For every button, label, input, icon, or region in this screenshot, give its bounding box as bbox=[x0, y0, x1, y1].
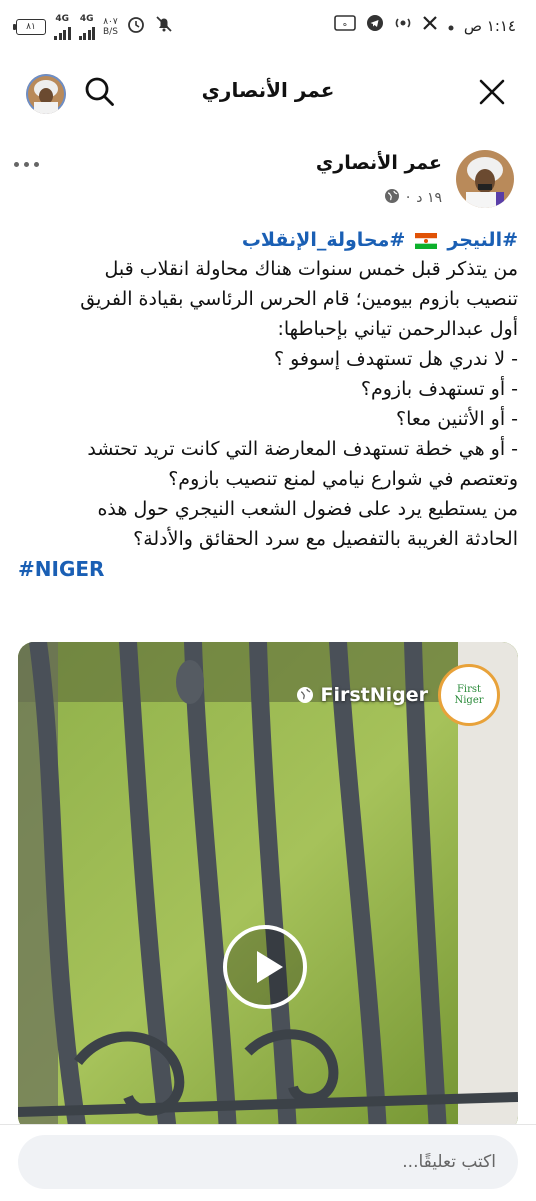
post-author-row: عمر الأنصاري ١٩ د · bbox=[0, 142, 536, 222]
hashtag-niger-ar[interactable]: #النيجر bbox=[447, 229, 518, 251]
hashtags-line: #النيجر #محاولة_الإنقلاب bbox=[18, 226, 518, 254]
firstniger-logo: First Niger bbox=[438, 664, 500, 726]
hashtag-coup-attempt[interactable]: #محاولة_الإنقلاب bbox=[242, 229, 405, 251]
profile-avatar-button[interactable] bbox=[26, 74, 66, 114]
avatar bbox=[456, 150, 514, 208]
app-badge-icon: ه bbox=[334, 15, 356, 37]
telegram-icon bbox=[366, 14, 384, 38]
post-meta: ١٩ د · bbox=[384, 188, 442, 208]
network-type-1: 4G bbox=[55, 13, 70, 24]
post-line: من يستطيع يرد على فضول الشعب النيجري حول… bbox=[97, 498, 518, 520]
status-time: ١:١٤ ص bbox=[463, 17, 516, 35]
more-options-button[interactable] bbox=[14, 156, 44, 172]
post-line: من يتذكر قبل خمس سنوات هناك محاولة انقلا… bbox=[104, 258, 518, 280]
clock-alarm-icon bbox=[126, 14, 146, 40]
page-title: عمر الأنصاري bbox=[201, 78, 335, 102]
post-line: - لا ندري هل تستهدف إسوفو ؟ bbox=[273, 348, 518, 370]
video-source-label: FirstNiger bbox=[296, 684, 428, 706]
more-dots-icon bbox=[448, 15, 454, 37]
search-icon bbox=[85, 77, 114, 106]
x-app-icon bbox=[422, 15, 438, 37]
signal-2: 4G bbox=[78, 13, 95, 40]
status-right: ه ١:١٤ ص bbox=[334, 14, 516, 38]
post-time[interactable]: ١٩ د bbox=[416, 190, 442, 206]
video-source-name: FirstNiger bbox=[320, 684, 428, 706]
niger-flag-icon bbox=[415, 232, 438, 249]
dot bbox=[34, 161, 39, 167]
author-avatar[interactable] bbox=[456, 150, 514, 208]
svg-text:ه: ه bbox=[343, 19, 347, 28]
dot bbox=[24, 161, 29, 167]
notifications-off-icon bbox=[154, 14, 174, 40]
dot bbox=[14, 161, 19, 167]
post-line: أول عبدالرحمن تياني بإحباطها: bbox=[277, 318, 518, 340]
post-line: الحادثة الغريبة بالتفصيل مع سرد الحقائق … bbox=[133, 528, 518, 550]
post-line: - أو هي خطة تستهدف المعارضة التي كانت تر… bbox=[87, 438, 518, 460]
signal-1: 4G bbox=[54, 13, 71, 40]
play-button[interactable] bbox=[221, 923, 309, 1011]
meta-separator: · bbox=[405, 190, 411, 206]
radio-icon bbox=[394, 14, 412, 38]
comment-bar bbox=[0, 1124, 536, 1201]
globe-icon bbox=[297, 687, 314, 703]
speed-unit: B/S bbox=[103, 27, 118, 37]
play-icon bbox=[223, 925, 307, 1009]
battery-level: ٨١ bbox=[26, 22, 36, 32]
logo-text: First Niger bbox=[454, 684, 484, 706]
post-line: - أو الأثنين معا؟ bbox=[396, 408, 518, 430]
post-line: - أو تستهدف بازوم؟ bbox=[360, 378, 518, 400]
search-button[interactable] bbox=[82, 74, 118, 110]
status-left: ٨١ 4G 4G ٨٠٧ B/S bbox=[13, 13, 174, 40]
signal-icon bbox=[78, 24, 95, 40]
speed-value: ٨٠٧ bbox=[103, 17, 118, 27]
battery-icon: ٨١ bbox=[13, 19, 46, 35]
network-speed: ٨٠٧ B/S bbox=[103, 17, 118, 37]
hashtag-niger-en[interactable]: #NIGER bbox=[18, 554, 518, 584]
avatar bbox=[26, 74, 66, 114]
post-line: وتعتصم في شوارع نيامي لمنع تنصيب بازوم؟ bbox=[168, 468, 518, 490]
video-source[interactable]: FirstNiger First Niger bbox=[296, 664, 500, 726]
globe-icon bbox=[384, 188, 400, 208]
video-player[interactable]: FirstNiger First Niger bbox=[18, 642, 518, 1132]
post-line: تنصيب بازوم بيومين؛ قام الحرس الرئاسي بق… bbox=[80, 288, 518, 310]
app-header: عمر الأنصاري bbox=[0, 62, 536, 124]
signal-icon bbox=[54, 24, 71, 40]
author-name[interactable]: عمر الأنصاري bbox=[316, 152, 442, 174]
post-body: #النيجر #محاولة_الإنقلاب من يتذكر قبل خم… bbox=[18, 226, 518, 584]
status-bar: ٨١ 4G 4G ٨٠٧ B/S ه ١:١٤ ص bbox=[0, 0, 536, 58]
comment-input[interactable] bbox=[18, 1135, 518, 1189]
network-type-2: 4G bbox=[79, 13, 94, 24]
